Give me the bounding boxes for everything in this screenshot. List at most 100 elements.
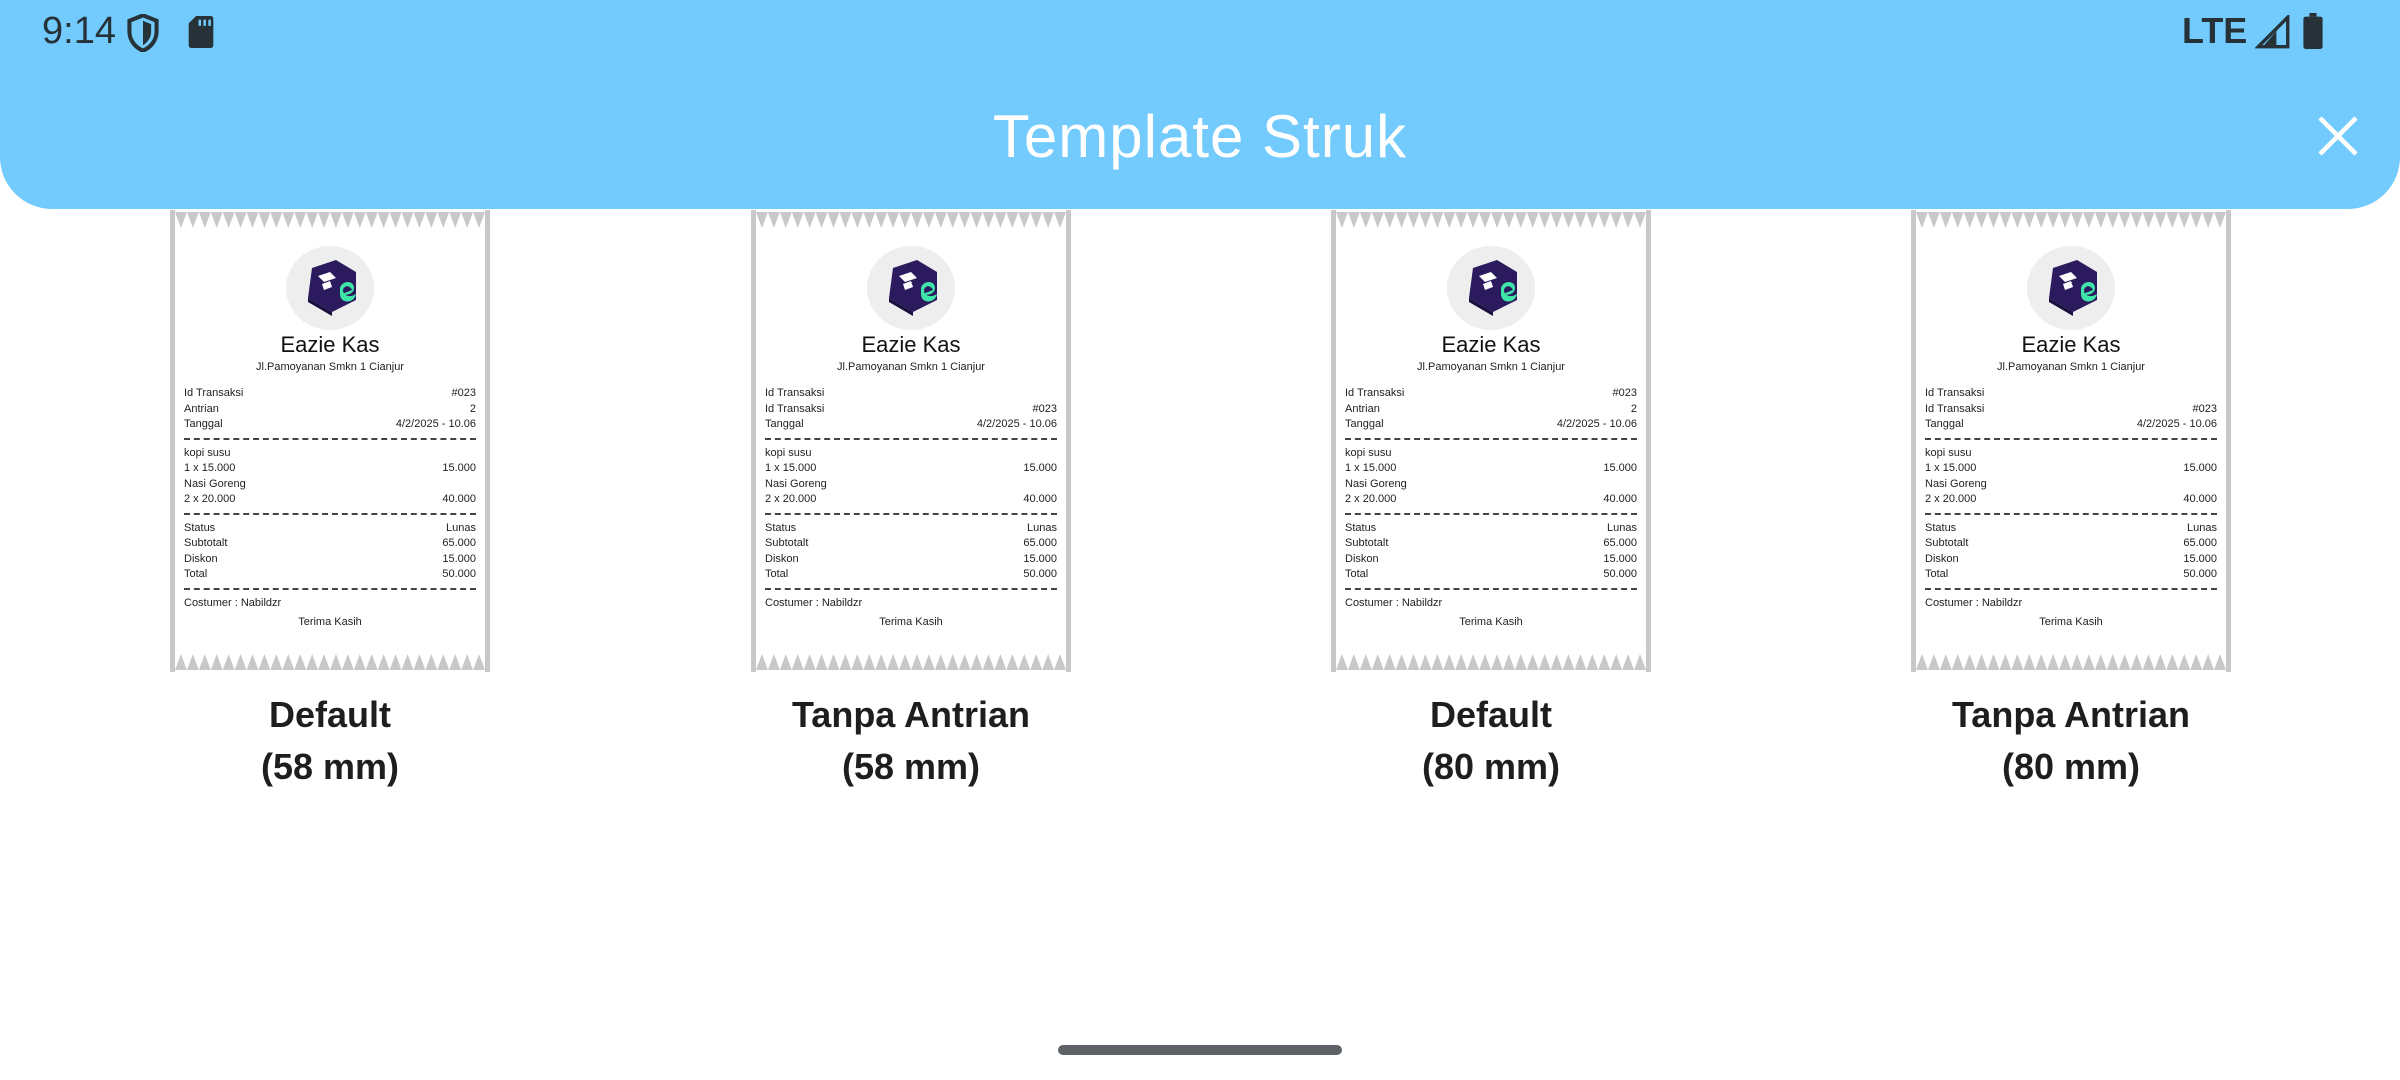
receipt-row-label: Status xyxy=(1925,521,1957,534)
receipt-row-value: 4/2/2025 - 10.06 xyxy=(976,418,1057,430)
status-bar: 9:14 LTE xyxy=(0,0,2400,62)
store-address: Jl.Pamoyanan Smkn 1 Cianjur xyxy=(1417,361,1565,373)
receipt-preview[interactable]: Eazie Kas Jl.Pamoyanan Smkn 1 Cianjur Id… xyxy=(1911,210,2231,672)
store-name: Eazie Kas xyxy=(861,332,961,357)
template-size: (58 mm) xyxy=(260,746,400,787)
receipt-row-label: Nasi Goreng xyxy=(184,477,246,490)
receipt-row-label: Subtotalt xyxy=(765,537,809,549)
dashed-divider xyxy=(1345,587,1637,590)
receipt-row: Nasi Goreng xyxy=(1925,477,2217,493)
eazie-kas-logo-icon xyxy=(2049,260,2097,316)
receipt-row: 1 x 15.000 15.000 xyxy=(1345,461,1637,477)
dashed-divider xyxy=(765,512,1057,515)
receipt-row: Id Transaksi #023 xyxy=(1925,402,2217,418)
receipt-row: Nasi Goreng xyxy=(765,477,1057,493)
receipt-row-value: 2 xyxy=(469,402,476,415)
receipt-row-value: 4/2/2025 - 10.06 xyxy=(1556,418,1637,430)
receipt-row: Tanggal 4/2/2025 - 10.06 xyxy=(184,417,476,433)
signal-icon xyxy=(2255,15,2290,49)
store-name: Eazie Kas xyxy=(1441,332,1541,357)
receipt-thanks: Terima Kasih xyxy=(298,615,362,628)
receipt-row-label: Nasi Goreng xyxy=(1925,477,1987,490)
receipt-row-label: Id Transaksi xyxy=(1925,387,1985,399)
receipt-row-label: Subtotalt xyxy=(1925,537,1969,549)
receipt-row-value: 50.000 xyxy=(1023,568,1057,580)
receipt-thanks: Terima Kasih xyxy=(1459,615,1523,628)
template-label[interactable]: Tanpa Antrian (80 mm) xyxy=(1851,689,2291,793)
receipt-row-label: Nasi Goreng xyxy=(765,477,827,490)
template-size: (80 mm) xyxy=(2001,746,2141,787)
receipt-row-label: Diskon xyxy=(1925,552,1959,565)
home-indicator[interactable] xyxy=(1058,1045,1342,1055)
receipt-preview[interactable]: Eazie Kas Jl.Pamoyanan Smkn 1 Cianjur Id… xyxy=(170,210,490,672)
receipt-row-value: 65.000 xyxy=(2183,537,2217,549)
receipt-row-label: kopi susu xyxy=(184,446,231,459)
receipt-row: Subtotalt 65.000 xyxy=(184,536,476,552)
store-logo xyxy=(867,246,955,330)
template-label[interactable]: Default (58 mm) xyxy=(110,689,550,793)
receipt-row: 1 x 15.000 15.000 xyxy=(184,461,476,477)
receipt-costumer: Costumer : Nabildzr xyxy=(1925,596,2023,609)
receipt-thanks: Terima Kasih xyxy=(879,615,943,628)
receipt-row-value: 15.000 xyxy=(2183,552,2217,565)
store-address: Jl.Pamoyanan Smkn 1 Cianjur xyxy=(256,361,404,373)
receipt-row-label: Tanggal xyxy=(765,418,804,430)
receipt-row-label: kopi susu xyxy=(765,446,812,459)
receipt-row-label: Tanggal xyxy=(1345,418,1384,430)
receipt-row-label: Antrian xyxy=(1345,402,1380,415)
receipt-row-label: Id Transaksi xyxy=(765,402,825,415)
template-size: (58 mm) xyxy=(841,746,981,787)
receipt-row-value: Lunas xyxy=(1607,521,1637,534)
receipt-row: Id Transaksi #023 xyxy=(1345,386,1637,402)
dashed-divider xyxy=(184,512,476,515)
receipt-row: Diskon 15.000 xyxy=(184,552,476,568)
receipt-row: Total 50.000 xyxy=(765,567,1057,583)
receipt-row-label: Total xyxy=(184,568,208,580)
receipt-edge-bottom xyxy=(1336,654,1646,670)
template-label[interactable]: Default (80 mm) xyxy=(1271,689,1711,793)
dashed-divider xyxy=(184,587,476,590)
receipt-row-value: 50.000 xyxy=(442,568,476,580)
receipt-row: Diskon 15.000 xyxy=(1925,552,2217,568)
receipt-row-value: 4/2/2025 - 10.06 xyxy=(395,418,476,430)
receipt-edge-top xyxy=(1916,212,2226,228)
receipt-row: Id Transaksi #023 xyxy=(184,386,476,402)
receipt-row: Tanggal 4/2/2025 - 10.06 xyxy=(1925,417,2217,433)
receipt-row-label: 2 x 20.000 xyxy=(184,493,236,505)
receipt-row: 2 x 20.000 40.000 xyxy=(765,492,1057,508)
receipt-edge-top xyxy=(175,212,485,228)
receipt-row-value: #023 xyxy=(2192,402,2217,415)
page-title: Template Struk xyxy=(992,103,1408,170)
receipt-row: Id Transaksi xyxy=(765,386,1057,402)
receipt-row-label: 1 x 15.000 xyxy=(1925,462,1977,474)
eazie-kas-logo-icon xyxy=(308,260,356,316)
receipt-row-value: 40.000 xyxy=(1603,493,1637,505)
battery-icon xyxy=(2303,13,2323,49)
network-type: LTE xyxy=(2182,10,2248,51)
receipt-row-value: 15.000 xyxy=(1603,462,1637,474)
receipt-row-label: Antrian xyxy=(184,402,219,415)
receipt-row-value: 15.000 xyxy=(1023,462,1057,474)
receipt-body: Id Transaksi #023 Antrian 2 Tanggal 4/2/… xyxy=(1345,386,1637,630)
receipt-row-label: Subtotalt xyxy=(184,537,228,549)
receipt-preview[interactable]: Eazie Kas Jl.Pamoyanan Smkn 1 Cianjur Id… xyxy=(751,210,1071,672)
receipt-costumer: Costumer : Nabildzr xyxy=(1345,596,1443,609)
template-name: Tanpa Antrian xyxy=(1951,694,2190,735)
status-time: 9:14 xyxy=(42,10,116,52)
receipt-row: Diskon 15.000 xyxy=(765,552,1057,568)
receipt-costumer: Costumer : Nabildzr xyxy=(765,596,863,609)
dashed-divider xyxy=(1925,587,2217,590)
store-name: Eazie Kas xyxy=(280,332,380,357)
receipt-row: Status Lunas xyxy=(184,521,476,537)
receipt-row: 1 x 15.000 15.000 xyxy=(1925,461,2217,477)
template-label[interactable]: Tanpa Antrian (58 mm) xyxy=(691,689,1131,793)
dashed-divider xyxy=(1925,512,2217,515)
receipt-row-value: 15.000 xyxy=(2183,462,2217,474)
close-icon[interactable] xyxy=(2312,110,2364,162)
receipt-row-value: 40.000 xyxy=(442,493,476,505)
receipt-costumer: Costumer : Nabildzr xyxy=(184,596,282,609)
sd-card-icon xyxy=(188,16,214,48)
receipt-row-value: 2 xyxy=(1630,402,1637,415)
receipt-preview[interactable]: Eazie Kas Jl.Pamoyanan Smkn 1 Cianjur Id… xyxy=(1331,210,1651,672)
receipt-row-label: Diskon xyxy=(184,552,218,565)
